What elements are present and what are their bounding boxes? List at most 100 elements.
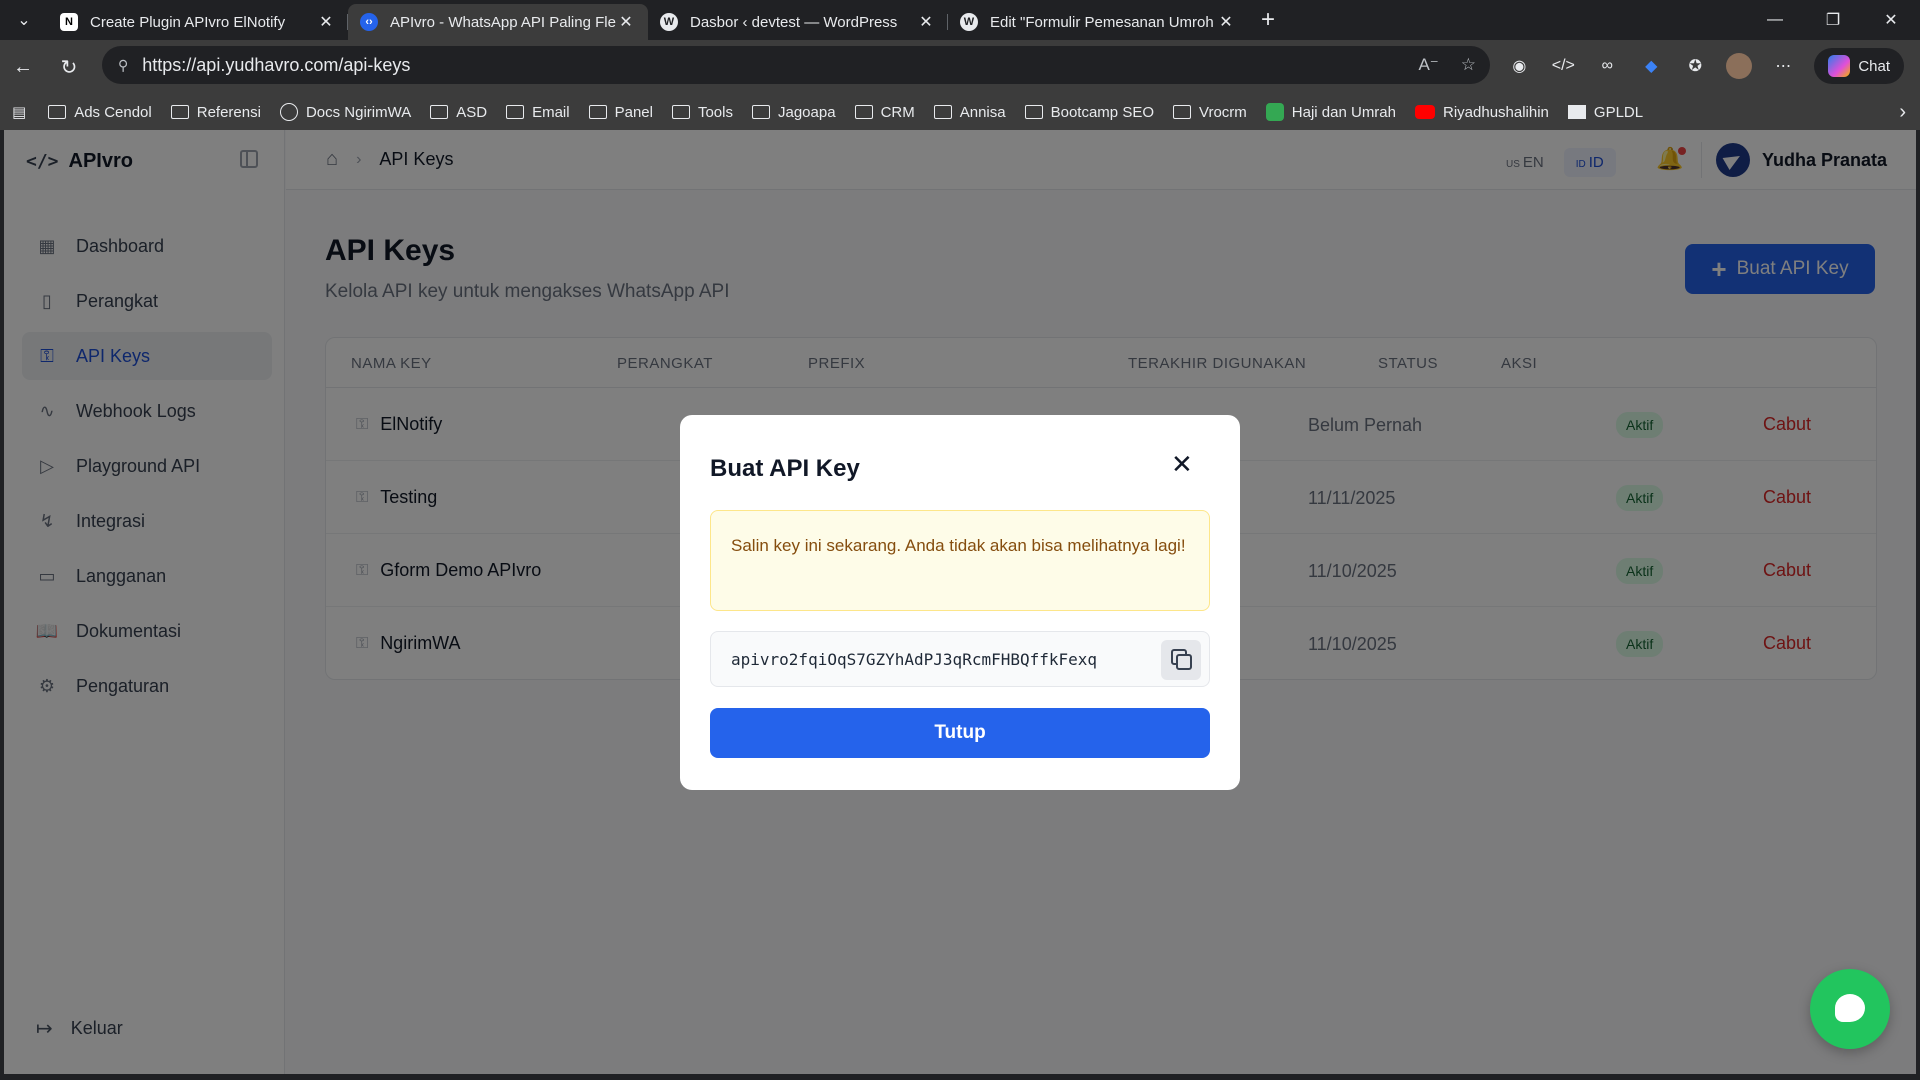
apivro-icon: ‹› bbox=[360, 13, 378, 31]
chat-label: Chat bbox=[1858, 57, 1890, 75]
link-extension-icon[interactable]: ∞ bbox=[1594, 53, 1620, 79]
more-options-icon[interactable]: ⋯ bbox=[1770, 53, 1796, 79]
bookmark-label: Annisa bbox=[959, 103, 1006, 121]
tab-title: Edit "Formulir Pemesanan Umroh bbox=[990, 13, 1214, 31]
folder-icon bbox=[506, 105, 525, 119]
code-extension-icon[interactable]: </> bbox=[1550, 53, 1576, 79]
extensions-puzzle-icon[interactable]: ✪ bbox=[1682, 53, 1708, 79]
folder-icon bbox=[854, 105, 873, 119]
browser-toolbar: ← ↻ ⚲ https://api.yudhavro.com/api-keys … bbox=[0, 40, 1920, 94]
back-arrow-icon[interactable]: ← bbox=[0, 47, 46, 87]
folder-icon bbox=[48, 105, 67, 119]
folder-icon bbox=[430, 105, 449, 119]
bookmark-label: Email bbox=[532, 103, 570, 121]
bookmark-item[interactable]: Panel bbox=[588, 103, 653, 121]
bookmark-item[interactable]: Ads Cendol bbox=[48, 104, 152, 121]
tab-3[interactable]: W Edit "Formulir Pemesanan Umroh ✕ bbox=[948, 4, 1248, 40]
bookmark-item[interactable]: CRM bbox=[854, 103, 915, 121]
tab-title: Dasbor ‹ devtest — WordPress bbox=[690, 13, 898, 31]
minimize-icon[interactable]: — bbox=[1746, 0, 1804, 40]
youtube-icon bbox=[1415, 105, 1435, 119]
bookmark-label: Vrocrm bbox=[1199, 103, 1247, 121]
close-tab-icon[interactable]: ✕ bbox=[916, 12, 936, 32]
close-modal-button[interactable]: Tutup bbox=[710, 708, 1210, 758]
globe-icon bbox=[279, 103, 298, 121]
folder-icon bbox=[1024, 105, 1043, 119]
bookmark-item[interactable]: Bootcamp SEO bbox=[1024, 103, 1154, 121]
folder-icon bbox=[1173, 105, 1191, 119]
bookmark-item[interactable]: Haji dan Umrah bbox=[1265, 103, 1396, 121]
copilot-chat-button[interactable]: Chat bbox=[1814, 48, 1904, 84]
bookmark-item[interactable]: Jagoapa bbox=[752, 104, 836, 121]
bookmark-label: Haji dan Umrah bbox=[1291, 103, 1396, 121]
restore-icon[interactable]: ❐ bbox=[1804, 0, 1862, 40]
tag-extension-icon[interactable]: ◆ bbox=[1638, 53, 1664, 79]
web-page: </> APIvro ▦ Dashboard ▯ Perangkat ⚿ API… bbox=[4, 130, 1916, 1074]
bookmark-label: Docs NgirimWA bbox=[305, 103, 412, 121]
tab-0[interactable]: N Create Plugin APIvro ElNotify ✕ bbox=[48, 4, 348, 40]
bookmark-label: Bootcamp SEO bbox=[1050, 103, 1154, 121]
reload-icon[interactable]: ↻ bbox=[46, 47, 92, 87]
browser-tab-bar: ⌄ N Create Plugin APIvro ElNotify ✕ ‹› A… bbox=[0, 0, 1920, 40]
tab-1[interactable]: ‹› APIvro - WhatsApp API Paling Fle ✕ bbox=[348, 4, 648, 40]
screenshot-camera-icon[interactable]: ◉ bbox=[1506, 53, 1532, 79]
create-api-key-modal: Buat API Key ✕ Salin key ini sekarang. A… bbox=[680, 415, 1240, 790]
close-tab-icon[interactable]: ✕ bbox=[1216, 12, 1236, 32]
copilot-icon bbox=[1828, 55, 1851, 77]
favorite-star-icon[interactable]: ☆ bbox=[1461, 55, 1476, 75]
bookmark-item[interactable]: Email bbox=[506, 104, 570, 121]
api-key-display: apivro2fqiOqS7GZYhAdPJ3qRcmFHBQffkFexq bbox=[710, 631, 1210, 687]
copy-icon-front bbox=[1176, 654, 1192, 670]
bookmark-item[interactable]: Vrocrm bbox=[1173, 104, 1247, 121]
address-bar-actions: A⁻ ☆ bbox=[1418, 55, 1476, 75]
hajj-icon bbox=[1265, 103, 1284, 121]
folder-icon bbox=[671, 105, 690, 119]
new-tab-plus-icon[interactable]: + bbox=[1248, 6, 1288, 34]
bookmark-label: Riyadhushalihin bbox=[1443, 103, 1549, 121]
bookmark-item[interactable]: ASD bbox=[430, 104, 487, 121]
tab-title: APIvro - WhatsApp API Paling Fle bbox=[390, 13, 616, 31]
copy-key-button[interactable] bbox=[1161, 640, 1201, 680]
address-bar[interactable]: ⚲ https://api.yudhavro.com/api-keys A⁻ ☆ bbox=[102, 46, 1490, 84]
folder-icon bbox=[933, 105, 952, 119]
read-aloud-icon[interactable]: A⁻ bbox=[1418, 55, 1438, 75]
tab-title: Create Plugin APIvro ElNotify bbox=[90, 13, 286, 31]
bookmark-label: GPLDL bbox=[1593, 103, 1644, 121]
bookmark-item[interactable]: GPLDL bbox=[1567, 103, 1644, 121]
wordpress-icon: W bbox=[660, 13, 678, 31]
bookmark-item[interactable]: Tools bbox=[671, 103, 733, 121]
bookmark-label: Panel bbox=[614, 103, 653, 121]
site-info-icon[interactable]: ⚲ bbox=[118, 57, 128, 74]
close-tab-icon[interactable]: ✕ bbox=[316, 12, 336, 32]
bookmark-label: Tools bbox=[697, 103, 733, 121]
tab-list-chevron-icon[interactable]: ⌄ bbox=[0, 0, 48, 40]
url-text: https://api.yudhavro.com/api-keys bbox=[142, 54, 411, 75]
copy-warning-alert: Salin key ini sekarang. Anda tidak akan … bbox=[710, 510, 1210, 611]
chat-bubble-icon[interactable] bbox=[1810, 969, 1890, 1049]
wordpress-icon: W bbox=[960, 13, 978, 31]
bookmark-item[interactable]: Riyadhushalihin bbox=[1415, 104, 1549, 121]
bookmark-label: ASD bbox=[456, 103, 488, 121]
profile-avatar-icon[interactable] bbox=[1726, 53, 1753, 79]
bookmarks-bar: ▤ Ads Cendol Referensi Docs NgirimWA ASD… bbox=[0, 94, 1920, 130]
api-key-value: apivro2fqiOqS7GZYhAdPJ3qRcmFHBQffkFexq bbox=[731, 649, 1098, 669]
gpldl-icon bbox=[1567, 105, 1586, 119]
tab-2[interactable]: W Dasbor ‹ devtest — WordPress ✕ bbox=[648, 4, 948, 40]
bookmark-label: Jagoapa bbox=[778, 103, 836, 121]
bookmark-label: CRM bbox=[880, 103, 915, 121]
bookmarks-overflow-chevron-icon[interactable]: › bbox=[1899, 101, 1906, 124]
bookmark-label: Ads Cendol bbox=[74, 103, 152, 121]
bookmark-item[interactable]: Docs NgirimWA bbox=[279, 103, 412, 121]
window-controls: — ❐ ✕ bbox=[1746, 0, 1920, 40]
close-tab-icon[interactable]: ✕ bbox=[616, 12, 636, 32]
close-window-icon[interactable]: ✕ bbox=[1862, 0, 1920, 40]
toolbar-extensions: ◉ </> ∞ ◆ ✪ ⋯ Chat bbox=[1506, 48, 1904, 84]
reading-list-icon[interactable]: ▤ bbox=[12, 103, 26, 121]
modal-title: Buat API Key bbox=[710, 455, 860, 482]
folder-icon bbox=[588, 105, 607, 119]
notion-icon: N bbox=[60, 13, 78, 31]
close-icon[interactable]: ✕ bbox=[1171, 449, 1193, 480]
folder-icon bbox=[752, 105, 770, 119]
bookmark-item[interactable]: Annisa bbox=[933, 103, 1006, 121]
bookmark-item[interactable]: Referensi bbox=[170, 104, 261, 121]
